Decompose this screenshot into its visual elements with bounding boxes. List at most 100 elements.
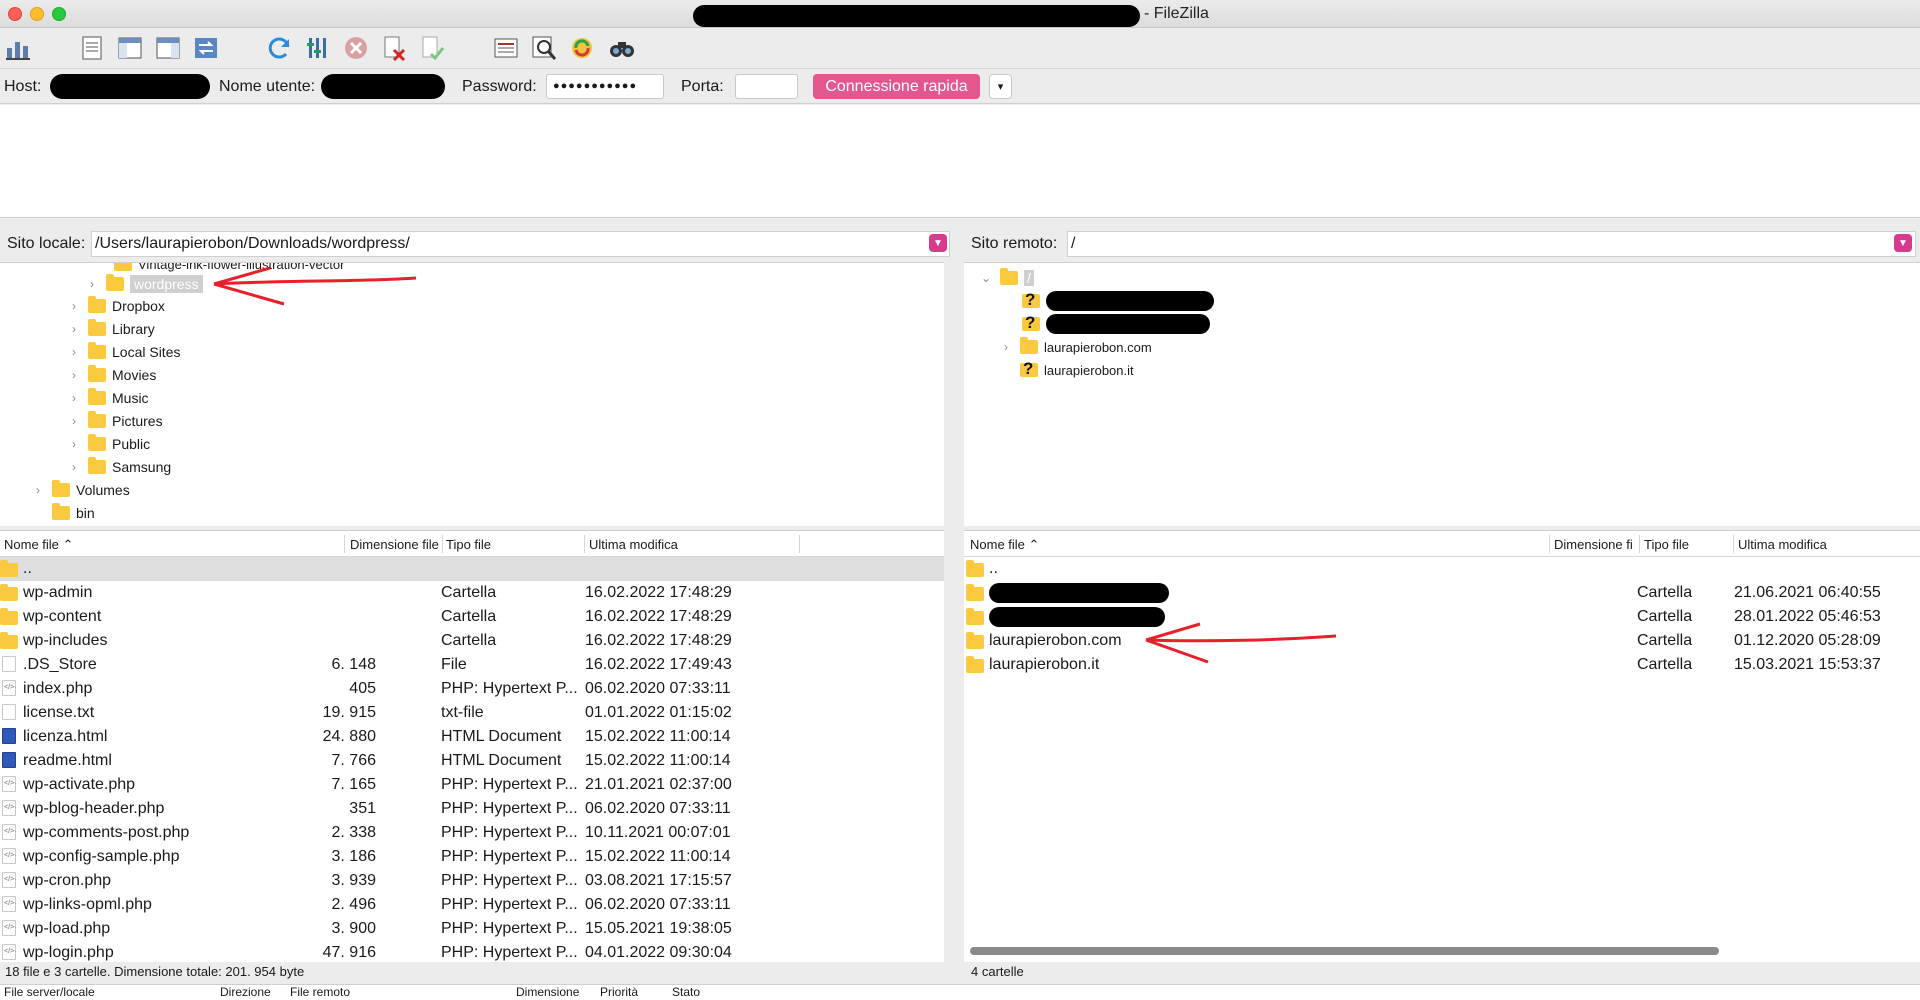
remote-file-list[interactable]: Nome file ⌃ Dimensione fi Tipo file Ulti…: [964, 530, 1920, 962]
tree-item-public[interactable]: › Public: [68, 433, 150, 455]
tree-item-pictures[interactable]: › Pictures: [68, 410, 163, 432]
file-modified: 15.02.2022 11:00:14: [585, 848, 731, 865]
process-queue-icon[interactable]: [302, 32, 334, 64]
remote-file-row[interactable]: Cartella 21.06.2021 06:40:55: [964, 581, 1920, 605]
local-file-row[interactable]: wp-config-sample.php 3. 186 PHP: Hypertext…: [0, 845, 944, 869]
local-file-row[interactable]: license.txt 19. 915 txt-file 01.01.2022 01:…: [0, 701, 944, 725]
column-name[interactable]: Nome file ⌃: [970, 537, 1039, 553]
quickconnect-button[interactable]: Connessione rapida: [813, 74, 980, 99]
remote-tree-icon[interactable]: [152, 32, 184, 64]
chevron-right-icon: ›: [72, 437, 76, 451]
remote-file-row[interactable]: Cartella 28.01.2022 05:46:53: [964, 605, 1920, 629]
password-input[interactable]: ●●●●●●●●●●●: [546, 74, 664, 99]
tree-item-root[interactable]: ⌄ /: [980, 267, 1034, 289]
queue-column-local[interactable]: File server/locale: [4, 985, 95, 999]
minimize-window-button[interactable]: [30, 7, 44, 21]
file-name: wp-load.php: [23, 920, 111, 937]
remote-list-h-scrollbar[interactable]: [970, 947, 1719, 955]
local-file-row[interactable]: wp-activate.php 7. 165 PHP: Hypertext P...…: [0, 773, 944, 797]
cancel-icon[interactable]: [340, 32, 372, 64]
column-size[interactable]: Dimensione fi: [1554, 537, 1638, 552]
local-tree-icon[interactable]: [114, 32, 146, 64]
refresh-icon[interactable]: [264, 32, 296, 64]
search-icon[interactable]: [606, 32, 638, 64]
column-modified[interactable]: Ultima modifica: [589, 537, 678, 552]
reconnect-icon[interactable]: [416, 32, 448, 64]
tree-item-samsung[interactable]: › Samsung: [68, 456, 171, 478]
column-separator[interactable]: [344, 535, 345, 553]
local-file-row[interactable]: .DS_Store 6. 148 File 16.02.2022 17:49:43: [0, 653, 944, 677]
column-type[interactable]: Tipo file: [446, 537, 491, 552]
column-modified[interactable]: Ultima modifica: [1738, 537, 1827, 552]
toggle-sync-browse-icon[interactable]: [528, 32, 560, 64]
column-size[interactable]: Dimensione file: [350, 537, 442, 552]
remote-path-input[interactable]: /: [1067, 231, 1916, 257]
tree-item-local-sites[interactable]: › Local Sites: [68, 341, 180, 363]
file-size: 2. 338: [331, 824, 376, 841]
local-path-dropdown[interactable]: ▼: [929, 234, 947, 252]
tree-item-volumes[interactable]: › Volumes: [32, 479, 130, 501]
column-type[interactable]: Tipo file: [1644, 537, 1689, 552]
close-window-button[interactable]: [8, 7, 22, 21]
maximize-window-button[interactable]: [52, 7, 66, 21]
local-file-row[interactable]: wp-load.php 3. 900 PHP: Hypertext P... 15.0…: [0, 917, 944, 941]
column-separator[interactable]: [442, 535, 443, 553]
queue-column-priority[interactable]: Priorità: [600, 985, 638, 999]
local-file-row[interactable]: index.php 405 PHP: Hypertext P... 06.02.202…: [0, 677, 944, 701]
host-input[interactable]: [50, 74, 210, 99]
column-separator[interactable]: [584, 535, 585, 553]
transfer-queue[interactable]: File server/locale Direzione File remoto…: [0, 984, 1920, 1000]
tree-item-bin[interactable]: bin: [32, 502, 95, 524]
tree-item-wordpress[interactable]: › wordpress: [86, 273, 203, 295]
column-separator[interactable]: [1549, 535, 1550, 553]
message-log[interactable]: [0, 105, 1920, 218]
tree-item-library[interactable]: › Library: [68, 318, 155, 340]
compare-dirs-icon[interactable]: [566, 32, 598, 64]
tree-item-laurapierobon-com[interactable]: › laurapierobon.com: [1000, 336, 1152, 358]
queue-column-remote[interactable]: File remoto: [290, 985, 350, 999]
local-file-row[interactable]: wp-comments-post.php 2. 338 PHP: Hypertext…: [0, 821, 944, 845]
local-file-row[interactable]: wp-login.php 47. 916 PHP: Hypertext P... 04…: [0, 941, 944, 962]
quickconnect-dropdown[interactable]: ▾: [989, 74, 1012, 99]
folder-icon: [52, 480, 70, 497]
tree-item-redacted[interactable]: ?: [1022, 290, 1214, 312]
username-label: Nome utente:: [219, 78, 316, 95]
site-manager-icon[interactable]: [2, 32, 34, 64]
queue-column-size[interactable]: Dimensione: [516, 985, 579, 999]
tree-item-movies[interactable]: › Movies: [68, 364, 156, 386]
remote-file-row[interactable]: ..: [964, 557, 1920, 581]
message-log-icon[interactable]: [76, 32, 108, 64]
local-file-row[interactable]: wp-links-opml.php 2. 496 PHP: Hypertext P.…: [0, 893, 944, 917]
tree-item-music[interactable]: › Music: [68, 387, 149, 409]
transfer-queue-icon[interactable]: [190, 32, 222, 64]
remote-dir-tree[interactable]: ⌄ / ? ? › laurapierobon.com ? laurapiero…: [964, 262, 1920, 526]
remote-file-row[interactable]: laurapierobon.it Cartella 15.03.2021 15:53…: [964, 653, 1920, 677]
column-separator[interactable]: [1639, 535, 1640, 553]
queue-column-status[interactable]: Stato: [672, 985, 700, 999]
local-file-list[interactable]: Nome file ⌃ Dimensione file Tipo file Ul…: [0, 530, 944, 962]
remote-path-dropdown[interactable]: ▼: [1894, 234, 1912, 252]
tree-item-redacted[interactable]: ?: [1022, 313, 1210, 335]
file-type: PHP: Hypertext P...: [441, 896, 578, 913]
local-file-row[interactable]: wp-cron.php 3. 939 PHP: Hypertext P... 03.0…: [0, 869, 944, 893]
column-name[interactable]: Nome file ⌃: [4, 537, 73, 553]
queue-column-direction[interactable]: Direzione: [220, 985, 271, 999]
local-file-row[interactable]: ..: [0, 557, 944, 581]
tree-item-dropbox[interactable]: › Dropbox: [68, 295, 165, 317]
username-input[interactable]: [321, 74, 445, 99]
port-input[interactable]: [735, 74, 798, 99]
local-dir-tree[interactable]: Vintage-ink-flower-illustration-vector ›…: [0, 262, 944, 526]
remote-file-row[interactable]: laurapierobon.com Cartella 01.12.2020 05:2…: [964, 629, 1920, 653]
column-separator[interactable]: [799, 535, 800, 553]
local-file-row[interactable]: readme.html 7. 766 HTML Document 15.02.2022…: [0, 749, 944, 773]
local-file-row[interactable]: wp-includes Cartella 16.02.2022 17:48:29: [0, 629, 944, 653]
local-path-input[interactable]: /Users/laurapierobon/Downloads/wordpress…: [91, 231, 950, 257]
local-file-row[interactable]: wp-blog-header.php 351 PHP: Hypertext P...…: [0, 797, 944, 821]
local-file-row[interactable]: wp-content Cartella 16.02.2022 17:48:29: [0, 605, 944, 629]
disconnect-icon[interactable]: [378, 32, 410, 64]
dir-listing-filter-icon[interactable]: [490, 32, 522, 64]
local-file-row[interactable]: licenza.html 24. 880 HTML Document 15.02.20…: [0, 725, 944, 749]
tree-item-laurapierobon-it[interactable]: ? laurapierobon.it: [1020, 359, 1134, 381]
local-file-row[interactable]: wp-admin Cartella 16.02.2022 17:48:29: [0, 581, 944, 605]
column-separator[interactable]: [1733, 535, 1734, 553]
